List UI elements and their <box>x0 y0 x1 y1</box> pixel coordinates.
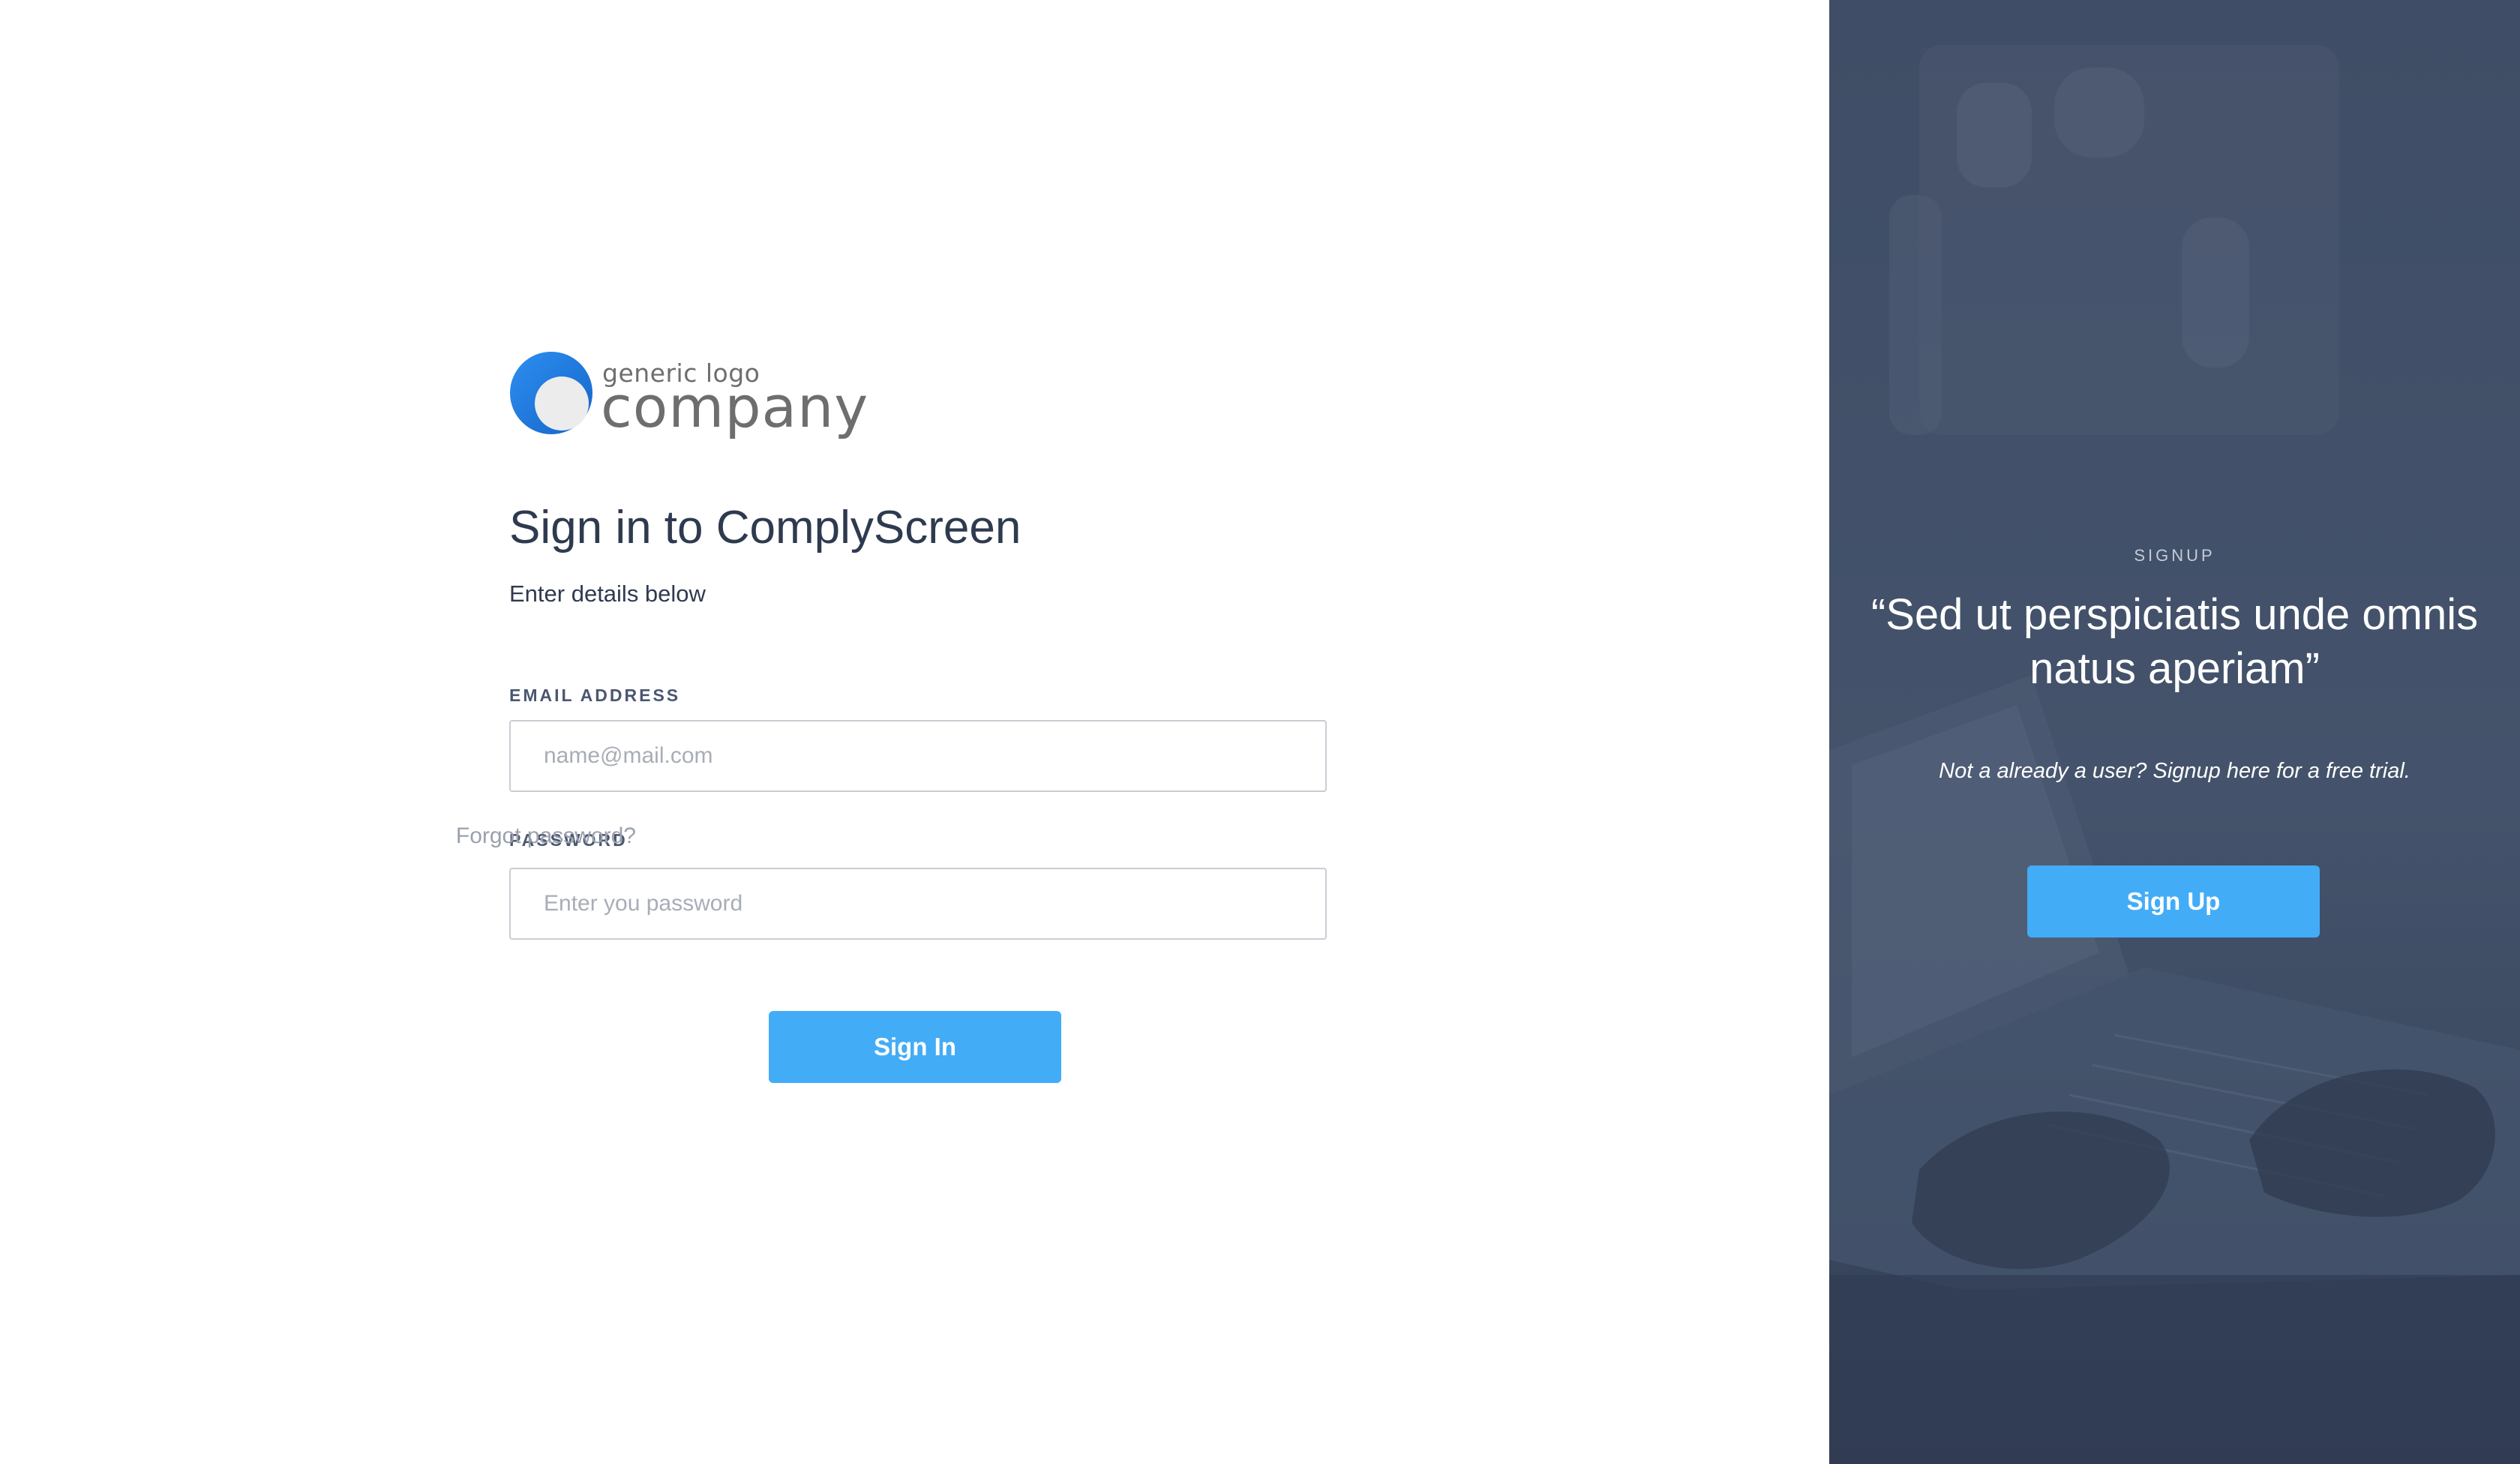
page-subtitle: Enter details below <box>509 580 706 607</box>
password-input[interactable] <box>509 868 1327 940</box>
email-label: EMAIL ADDRESS <box>509 686 681 705</box>
signup-eyebrow: SIGNUP <box>2134 546 2216 565</box>
company-logo: generic logo company <box>509 351 868 440</box>
signup-button[interactable]: Sign Up <box>2027 866 2320 938</box>
signup-note: Not a already a user? Signup here for a … <box>1939 759 2410 783</box>
email-input[interactable] <box>509 720 1327 792</box>
signup-panel: SIGNUP “Sed ut perspiciatis unde omnis n… <box>1829 0 2520 1464</box>
signup-content: SIGNUP “Sed ut perspiciatis unde omnis n… <box>1829 0 2520 1464</box>
signin-panel: generic logo company Sign in to ComplySc… <box>0 0 1829 1464</box>
signin-button[interactable]: Sign In <box>769 1011 1061 1083</box>
logo-name: company <box>601 374 869 440</box>
page-title: Sign in to ComplyScreen <box>509 502 1022 554</box>
signup-quote: “Sed ut perspiciatis unde omnis natus ap… <box>1870 590 2479 693</box>
forgot-password-link[interactable]: Forgot password? <box>456 824 636 849</box>
logo-mark-icon <box>509 351 593 435</box>
